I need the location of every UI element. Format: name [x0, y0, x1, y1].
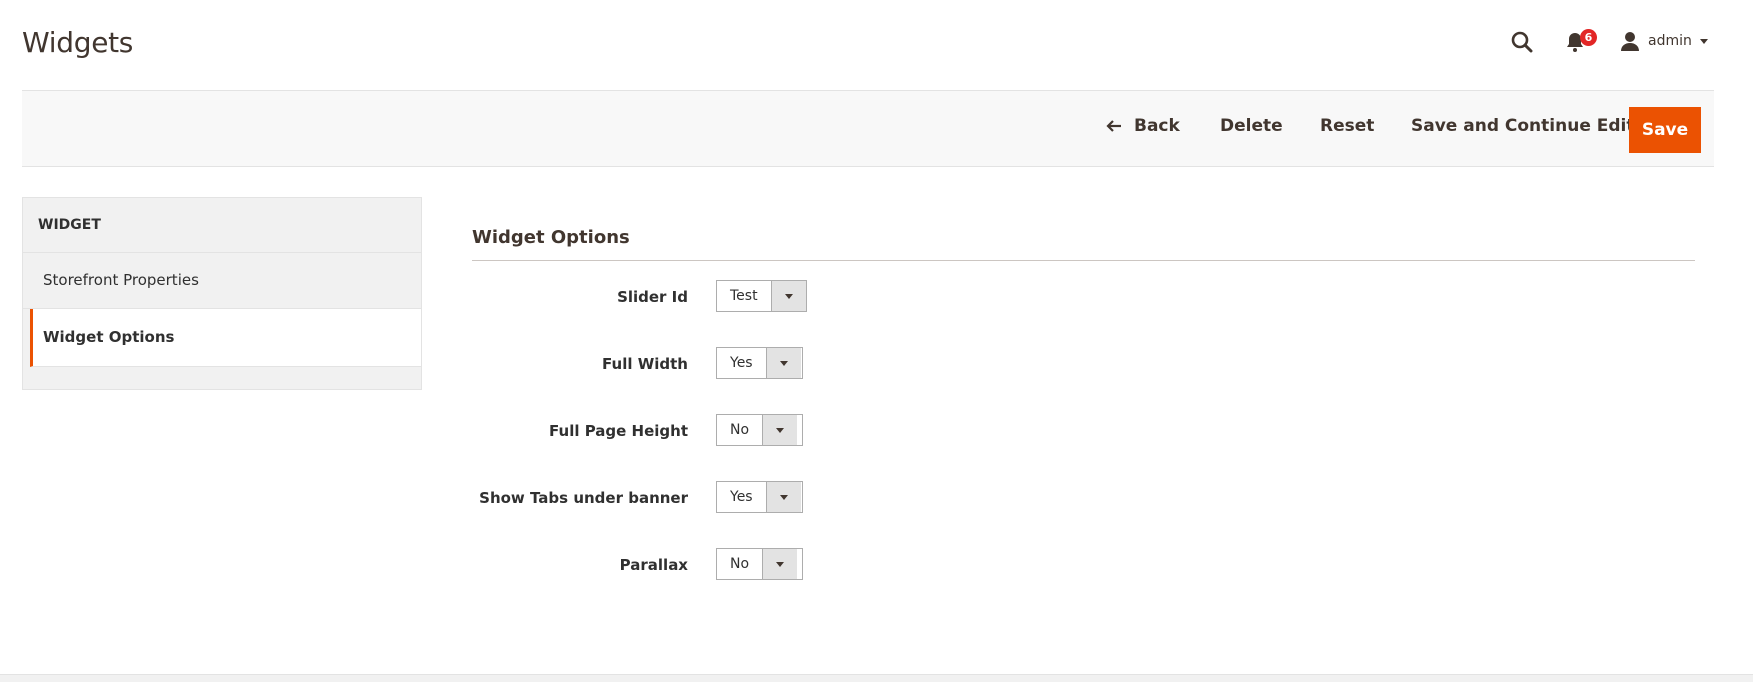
widget-sidebar: WIDGET Storefront Properties Widget Opti… — [22, 197, 422, 390]
show-tabs-select[interactable]: Yes — [716, 481, 803, 513]
chevron-down-icon — [762, 549, 798, 579]
save-and-continue-button[interactable]: Save and Continue Edit — [1411, 104, 1635, 148]
section-title: Widget Options — [472, 227, 630, 248]
field-label-slider-id: Slider Id — [617, 288, 688, 306]
page-actions-bar: Back Delete Reset Save and Continue Edit… — [22, 90, 1714, 167]
section-divider — [472, 260, 1695, 261]
save-button[interactable]: Save — [1629, 107, 1701, 153]
notifications-badge[interactable]: 6 — [1580, 29, 1597, 46]
reset-button[interactable]: Reset — [1320, 104, 1374, 148]
chevron-down-icon — [762, 415, 798, 445]
field-label-show-tabs: Show Tabs under banner — [479, 489, 688, 507]
full-width-select[interactable]: Yes — [716, 347, 803, 379]
full-page-height-select[interactable]: No — [716, 414, 803, 446]
chevron-down-icon — [1699, 38, 1708, 44]
chevron-down-icon — [765, 482, 801, 512]
full-page-height-value: No — [730, 422, 750, 438]
chevron-down-icon — [765, 348, 801, 378]
sidebar-title: WIDGET — [23, 198, 421, 253]
admin-user-menu[interactable]: admin — [1620, 30, 1708, 52]
arrow-left-icon — [1106, 120, 1121, 132]
sidebar-item-storefront-properties[interactable]: Storefront Properties — [23, 253, 421, 309]
parallax-select[interactable]: No — [716, 548, 803, 580]
full-width-value: Yes — [730, 355, 753, 371]
field-label-full-width: Full Width — [602, 355, 688, 373]
search-icon[interactable] — [1510, 30, 1534, 54]
sidebar-item-widget-options[interactable]: Widget Options — [30, 309, 421, 367]
chevron-down-icon — [770, 281, 806, 311]
show-tabs-value: Yes — [730, 489, 753, 505]
parallax-value: No — [730, 556, 750, 572]
field-label-parallax: Parallax — [619, 556, 688, 574]
back-button[interactable]: Back — [1106, 104, 1180, 148]
field-label-full-page-height: Full Page Height — [549, 422, 688, 440]
delete-button[interactable]: Delete — [1220, 104, 1283, 148]
back-button-label: Back — [1134, 116, 1180, 136]
admin-user-name: admin — [1648, 33, 1692, 49]
slider-id-select[interactable]: Test — [716, 280, 807, 312]
slider-id-value: Test — [730, 288, 758, 304]
user-icon — [1621, 32, 1639, 51]
page-title: Widgets — [22, 26, 134, 59]
